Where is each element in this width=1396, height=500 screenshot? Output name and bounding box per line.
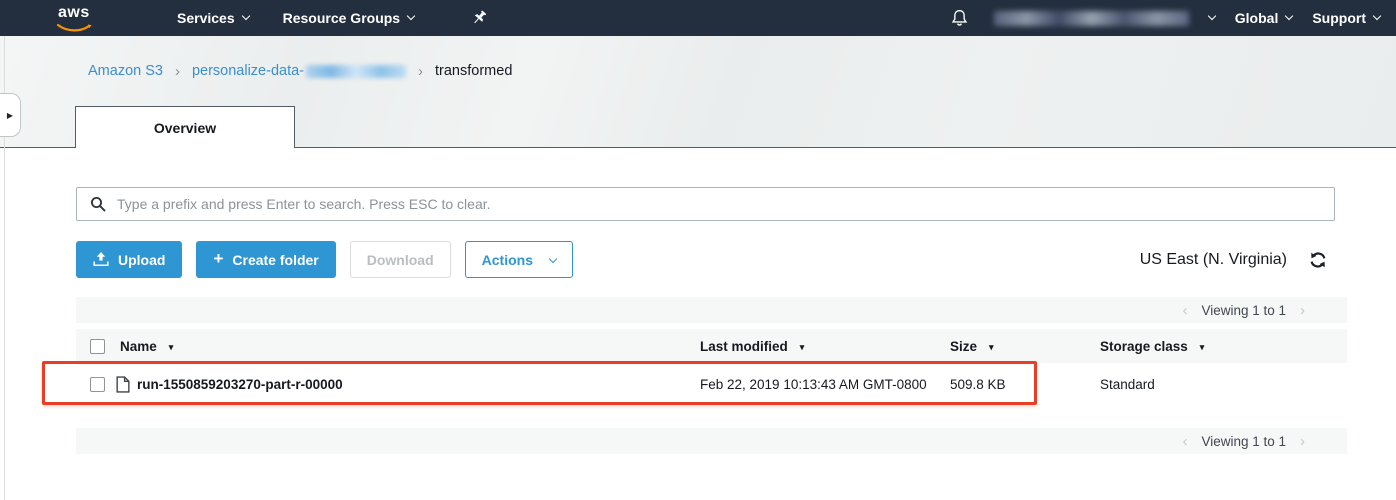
breadcrumb: Amazon S3 › personalize-data- › transfor… [88, 61, 512, 81]
viewing-range-label: Viewing 1 to 1 [1201, 303, 1286, 318]
search-input[interactable] [117, 188, 1334, 220]
toolbar: Upload + Create folder Download Actions … [76, 241, 1347, 278]
plus-icon: + [213, 249, 223, 269]
page-next-icon[interactable]: › [1300, 434, 1305, 449]
region-cluster: US East (N. Virginia) [1140, 241, 1327, 278]
download-button[interactable]: Download [350, 241, 451, 278]
row-select-cell [90, 363, 105, 405]
chevron-down-icon [241, 12, 249, 20]
refresh-button[interactable] [1309, 252, 1327, 268]
page-prev-icon[interactable]: ‹ [1182, 434, 1187, 449]
size-cell: 509.8 KB [950, 363, 1006, 405]
breadcrumb-bucket-prefix: personalize-data- [192, 63, 304, 79]
breadcrumb-separator-icon: › [418, 63, 423, 80]
aws-logo[interactable]: aws [55, 3, 97, 33]
nav-resource-groups-menu[interactable]: Resource Groups [283, 10, 414, 26]
select-all-checkbox[interactable] [90, 339, 105, 354]
column-header-name-label: Name [120, 339, 157, 354]
refresh-icon [1309, 252, 1327, 268]
pagination-bar-bottom: ‹ Viewing 1 to 1 › [76, 428, 1347, 454]
download-button-label: Download [367, 252, 434, 268]
viewing-range-label: Viewing 1 to 1 [1201, 434, 1286, 449]
object-name-link[interactable]: run-1550859203270-part-r-00000 [137, 377, 343, 392]
upload-icon [93, 252, 109, 267]
actions-dropdown-button[interactable]: Actions [465, 241, 573, 278]
pagination-bar-top: ‹ Viewing 1 to 1 › [76, 297, 1347, 323]
actions-button-label: Actions [482, 252, 533, 268]
breadcrumb-bucket-link[interactable]: personalize-data- [192, 63, 406, 79]
upload-button-label: Upload [118, 252, 165, 268]
column-header-size-label: Size [950, 339, 977, 354]
object-name-cell: run-1550859203270-part-r-00000 [116, 363, 343, 405]
column-header-name[interactable]: Name ▾ [120, 329, 173, 363]
table-header-row: Name ▾ Last modified ▾ Size ▾ Storage cl… [76, 329, 1347, 363]
chevron-down-icon [1373, 12, 1381, 20]
sort-caret-icon: ▾ [169, 342, 174, 353]
column-header-storage-class[interactable]: Storage class ▾ [1100, 329, 1204, 363]
account-name-redacted [994, 11, 1189, 26]
breadcrumb-separator-icon: › [175, 63, 180, 80]
upload-button[interactable]: Upload [76, 241, 182, 278]
create-folder-button[interactable]: + Create folder [196, 241, 335, 278]
file-icon [116, 376, 130, 393]
nav-resource-groups-label: Resource Groups [283, 10, 400, 26]
nav-services-label: Services [177, 10, 235, 26]
nav-support-menu[interactable]: Support [1312, 10, 1380, 26]
sort-caret-icon: ▾ [800, 342, 805, 353]
s3-console-screen: aws Services Resource Groups [0, 0, 1396, 500]
pin-shortcut-button[interactable] [472, 10, 487, 26]
content-panel: Upload + Create folder Download Actions … [0, 147, 1396, 500]
pushpin-icon [472, 10, 487, 26]
row-checkbox[interactable] [90, 377, 105, 392]
storage-class-cell: Standard [1100, 363, 1155, 405]
bucket-name-redacted [306, 65, 406, 78]
tab-overview[interactable]: Overview [75, 106, 295, 148]
chevron-down-icon [1208, 12, 1216, 20]
column-header-size[interactable]: Size ▾ [950, 329, 994, 363]
nav-region-menu[interactable]: Global [1235, 10, 1293, 26]
notifications-button[interactable] [951, 9, 968, 27]
nav-support-label: Support [1312, 10, 1366, 26]
chevron-down-icon [1285, 12, 1293, 20]
nav-region-label: Global [1235, 10, 1279, 26]
column-header-last-modified-label: Last modified [700, 339, 788, 354]
nav-right-group: Global Support [951, 9, 1380, 27]
account-menu[interactable] [994, 11, 1215, 26]
prefix-search-box [76, 187, 1335, 221]
nav-left-group: aws Services Resource Groups [55, 3, 487, 33]
page-prev-icon[interactable]: ‹ [1182, 303, 1187, 318]
tab-overview-label: Overview [154, 120, 216, 136]
search-icon [90, 196, 106, 212]
bell-icon [951, 9, 968, 27]
page-next-icon[interactable]: › [1300, 303, 1305, 318]
breadcrumb-current-folder: transformed [435, 63, 512, 79]
table-row: run-1550859203270-part-r-00000 Feb 22, 2… [76, 363, 1347, 405]
column-header-last-modified[interactable]: Last modified ▾ [700, 329, 804, 363]
nav-services-menu[interactable]: Services [177, 10, 249, 26]
sort-caret-icon: ▾ [1200, 342, 1205, 353]
breadcrumb-amazon-s3-link[interactable]: Amazon S3 [88, 63, 163, 79]
create-folder-button-label: Create folder [232, 252, 318, 268]
last-modified-cell: Feb 22, 2019 10:13:43 AM GMT-0800 [700, 363, 927, 405]
chevron-down-icon [407, 12, 415, 20]
aws-logo-text: aws [58, 4, 90, 22]
sort-caret-icon: ▾ [989, 342, 994, 353]
sidebar-expand-toggle[interactable]: ▶ [0, 93, 21, 137]
region-label: US East (N. Virginia) [1140, 251, 1287, 269]
column-header-storage-class-label: Storage class [1100, 339, 1188, 354]
top-nav-bar: aws Services Resource Groups [0, 0, 1396, 36]
chevron-down-icon [549, 254, 557, 262]
triangle-right-icon: ▶ [7, 111, 13, 120]
aws-smile-icon [55, 23, 95, 33]
select-all-cell [90, 329, 105, 363]
